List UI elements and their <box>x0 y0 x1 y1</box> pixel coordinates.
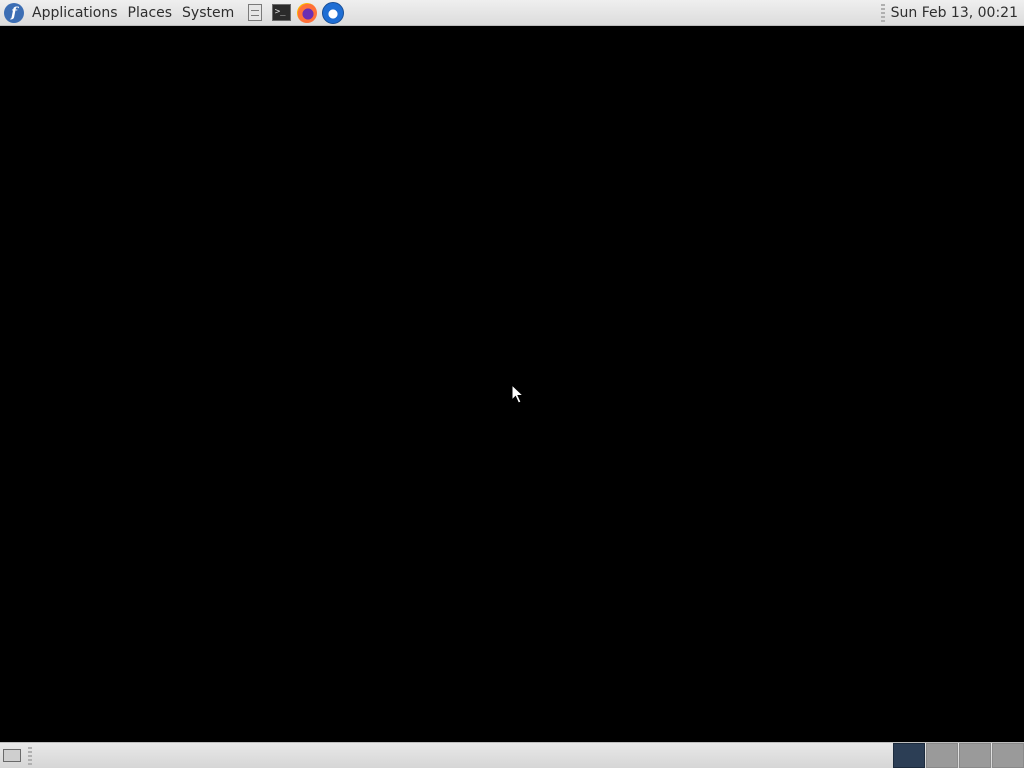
workspace-switcher <box>892 743 1024 768</box>
bottom-panel <box>0 742 1024 768</box>
clock[interactable]: Sun Feb 13, 00:21 <box>891 5 1018 21</box>
firefox-launcher[interactable] <box>296 2 318 24</box>
workspace-1[interactable] <box>893 743 925 768</box>
menu-applications[interactable]: Applications <box>30 5 120 21</box>
fedora-logo-icon[interactable]: f <box>4 2 24 23</box>
terminal-launcher[interactable]: >_ <box>270 2 292 24</box>
file-manager-icon <box>248 4 263 21</box>
thunderbird-icon <box>322 1 345 24</box>
thunderbird-launcher[interactable] <box>322 1 345 24</box>
firefox-icon <box>297 2 318 23</box>
terminal-icon: >_ <box>271 4 291 21</box>
workspace-3[interactable] <box>959 743 991 768</box>
bottom-panel-drag-handle[interactable] <box>28 746 32 765</box>
top-panel: f Applications Places System >_ Sun Feb … <box>0 0 1024 26</box>
workspace-4[interactable] <box>992 743 1024 768</box>
workspace-2[interactable] <box>926 743 958 768</box>
file-manager-launcher[interactable] <box>244 2 266 24</box>
panel-drag-handle[interactable] <box>880 3 885 22</box>
launcher-area: >_ <box>244 1 345 24</box>
show-desktop-icon <box>3 749 21 762</box>
menu-places[interactable]: Places <box>126 5 175 21</box>
menu-system[interactable]: System <box>180 5 236 21</box>
show-desktop-button[interactable] <box>2 747 22 765</box>
mouse-cursor-icon <box>511 384 525 404</box>
